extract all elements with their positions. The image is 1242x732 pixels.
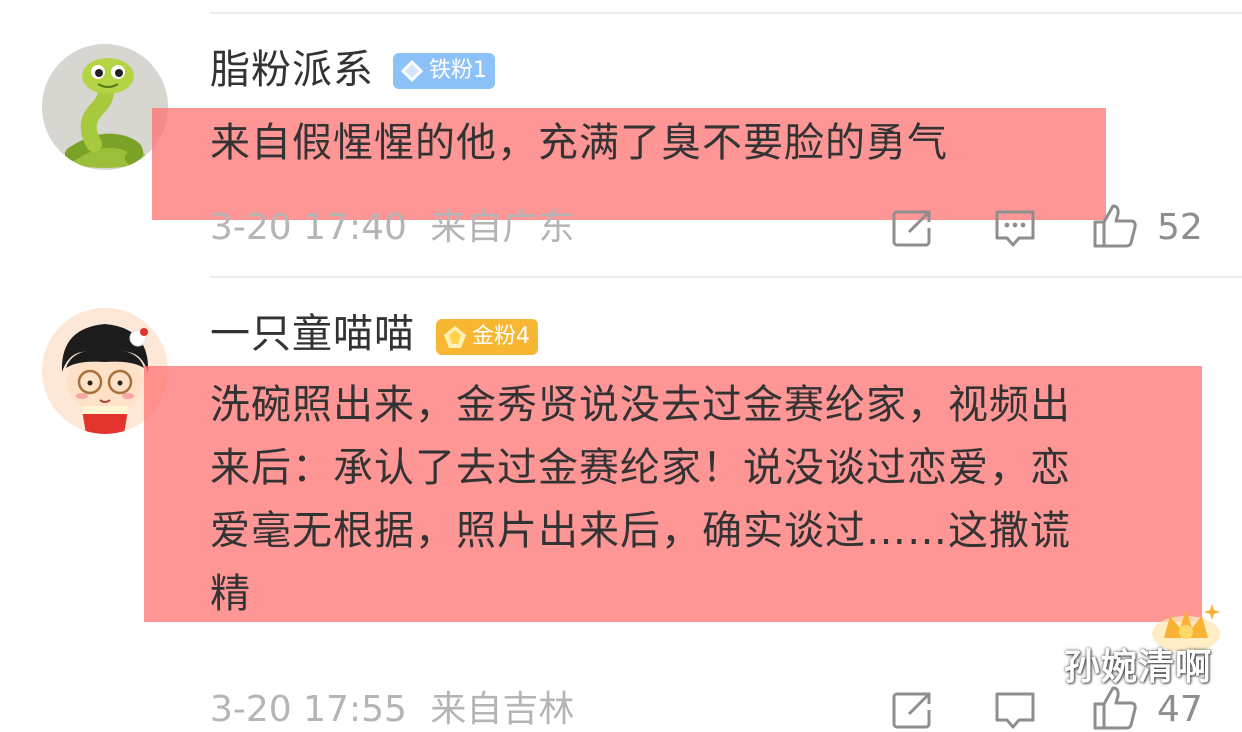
badge-label: 铁粉1 xyxy=(429,58,487,83)
username[interactable]: 脂粉派系 xyxy=(210,46,374,94)
comment-text-line: 来后：承认了去过金赛纶家！说没谈过恋爱，恋 xyxy=(210,445,1071,491)
like-icon[interactable] xyxy=(1091,684,1139,732)
like-icon[interactable] xyxy=(1091,202,1139,250)
comment-text: 来自假惺惺的他，充满了臭不要脸的勇气 xyxy=(210,120,948,166)
comment-meta: 3-20 17:55 来自吉林 xyxy=(210,688,574,732)
comment-icon[interactable] xyxy=(993,690,1037,730)
comment-divider xyxy=(210,276,1242,278)
badge-label: 金粉4 xyxy=(472,324,530,349)
username[interactable]: 一只童喵喵 xyxy=(210,310,415,358)
comment-text: 洗碗照出来，金秀贤说没去过金赛纶家，视频出 来后：承认了去过金赛纶家！说没谈过恋… xyxy=(210,374,1200,626)
comment-location: 来自吉林 xyxy=(430,689,575,730)
comment-time: 3-20 17:55 xyxy=(210,689,407,730)
fan-badge[interactable]: 金粉4 xyxy=(436,319,538,355)
comment-text-line: 洗碗照出来，金秀贤说没去过金赛纶家，视频出 xyxy=(210,382,1071,428)
like-count: 52 xyxy=(1157,207,1203,248)
diamond-icon xyxy=(444,326,466,348)
comment-text-line: 精 xyxy=(210,571,251,617)
comment-location: 来自广东 xyxy=(430,207,575,248)
diamond-icon xyxy=(401,60,423,82)
comment-time: 3-20 17:40 xyxy=(210,207,407,248)
comment-icon[interactable] xyxy=(993,208,1037,248)
snake-avatar-icon xyxy=(42,44,168,170)
watermark: 孙婉清啊 xyxy=(1064,647,1213,688)
like-count: 47 xyxy=(1157,689,1203,730)
share-icon[interactable] xyxy=(891,208,935,248)
user-avatar[interactable] xyxy=(42,44,168,170)
fan-badge[interactable]: 铁粉1 xyxy=(393,53,495,89)
comment-meta: 3-20 17:40 来自广东 xyxy=(210,206,574,250)
comment-text-line: 爱毫无根据，照片出来后，确实谈过……这撒谎 xyxy=(210,508,1071,554)
share-icon[interactable] xyxy=(891,690,935,730)
top-divider xyxy=(210,12,1242,14)
